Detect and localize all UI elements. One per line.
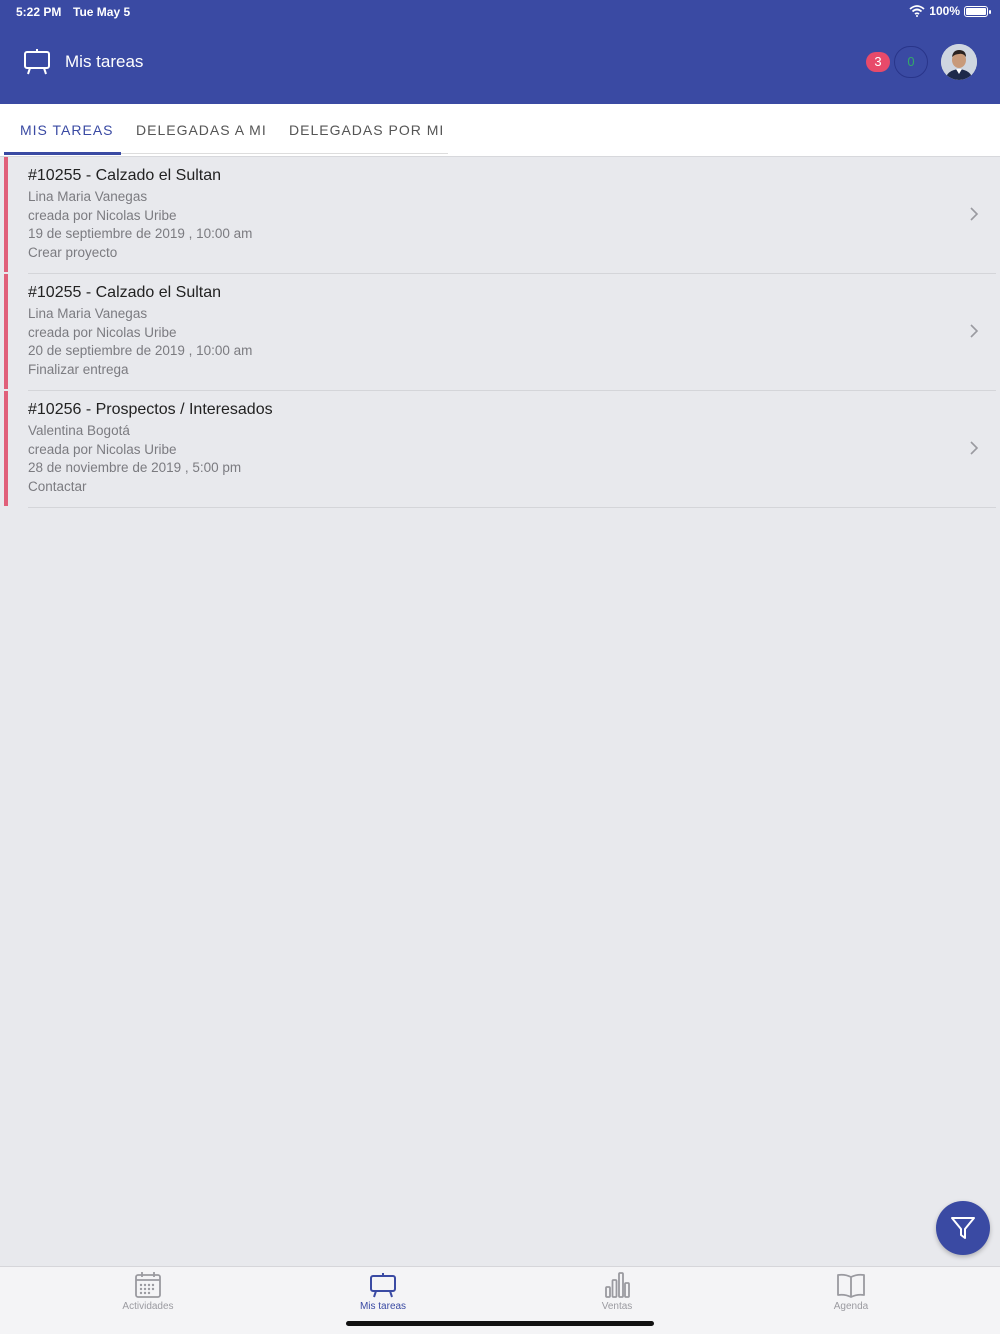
priority-bar bbox=[4, 391, 8, 506]
chevron-right-icon bbox=[970, 207, 979, 221]
status-time: 5:22 PM bbox=[16, 5, 62, 19]
tab-delegadas-por-mi[interactable]: DELEGADAS POR MI bbox=[289, 122, 444, 138]
task-datetime: 19 de septiembre de 2019 , 10:00 am bbox=[28, 226, 253, 241]
status-bar: 5:22 PM Tue May 5 100% bbox=[0, 0, 1000, 24]
task-item[interactable]: #10255 - Calzado el Sultan Lina Maria Va… bbox=[0, 274, 1000, 391]
bar-chart-icon bbox=[605, 1272, 630, 1298]
task-contact: Lina Maria Vanegas bbox=[28, 189, 148, 204]
filter-icon bbox=[951, 1217, 975, 1239]
nav-label: Agenda bbox=[833, 1301, 869, 1312]
page-title: Mis tareas bbox=[65, 52, 144, 71]
wifi-icon bbox=[909, 5, 925, 17]
avatar[interactable] bbox=[941, 44, 977, 80]
task-item[interactable]: #10256 - Prospectos / Interesados Valent… bbox=[0, 391, 1000, 508]
task-action: Finalizar entrega bbox=[28, 362, 129, 377]
tab-mis-tareas[interactable]: MIS TAREAS bbox=[20, 122, 114, 138]
task-created-by: creada por Nicolas Uribe bbox=[28, 208, 177, 223]
priority-bar bbox=[4, 274, 8, 389]
task-title: #10255 - Calzado el Sultan bbox=[28, 167, 222, 184]
priority-bar bbox=[4, 157, 8, 272]
task-title: #10255 - Calzado el Sultan bbox=[28, 284, 222, 301]
home-indicator bbox=[346, 1321, 654, 1326]
nav-agenda[interactable]: Agenda bbox=[791, 1271, 911, 1312]
calendar-icon bbox=[135, 1272, 161, 1298]
nav-label: Actividades bbox=[122, 1301, 174, 1312]
task-created-by: creada por Nicolas Uribe bbox=[28, 442, 177, 457]
chevron-right-icon bbox=[970, 441, 979, 455]
task-contact: Valentina Bogotá bbox=[28, 423, 130, 438]
task-item[interactable]: #10255 - Calzado el Sultan Lina Maria Va… bbox=[0, 157, 1000, 274]
tab-delegadas-a-mi[interactable]: DELEGADAS A MI bbox=[136, 122, 267, 138]
tab-divider bbox=[121, 153, 448, 154]
task-action: Crear proyecto bbox=[28, 245, 118, 260]
board-icon bbox=[24, 49, 50, 75]
filter-button[interactable] bbox=[936, 1201, 990, 1255]
task-datetime: 28 de noviembre de 2019 , 5:00 pm bbox=[28, 460, 242, 475]
divider bbox=[28, 507, 996, 508]
book-icon bbox=[837, 1273, 865, 1298]
nav-ventas[interactable]: Ventas bbox=[557, 1271, 677, 1312]
nav-actividades[interactable]: Actividades bbox=[88, 1271, 208, 1312]
task-action: Contactar bbox=[28, 479, 87, 494]
task-datetime: 20 de septiembre de 2019 , 10:00 am bbox=[28, 343, 253, 358]
status-badge[interactable]: 0 bbox=[894, 46, 928, 78]
nav-label: Ventas bbox=[601, 1301, 633, 1312]
tab-bar: MIS TAREAS DELEGADAS A MI DELEGADAS POR … bbox=[0, 104, 1000, 157]
nav-mis-tareas[interactable]: Mis tareas bbox=[323, 1271, 443, 1312]
status-date: Tue May 5 bbox=[73, 5, 131, 19]
board-icon bbox=[370, 1273, 396, 1298]
active-tab-indicator bbox=[4, 152, 121, 155]
notification-badge[interactable]: 3 bbox=[866, 52, 890, 72]
nav-label: Mis tareas bbox=[359, 1301, 407, 1312]
battery-icon bbox=[964, 5, 991, 17]
user-avatar-icon bbox=[941, 44, 977, 80]
chevron-right-icon bbox=[970, 324, 979, 338]
task-created-by: creada por Nicolas Uribe bbox=[28, 325, 177, 340]
task-title: #10256 - Prospectos / Interesados bbox=[28, 401, 273, 418]
battery-percentage: 100% bbox=[929, 4, 960, 18]
task-contact: Lina Maria Vanegas bbox=[28, 306, 148, 321]
